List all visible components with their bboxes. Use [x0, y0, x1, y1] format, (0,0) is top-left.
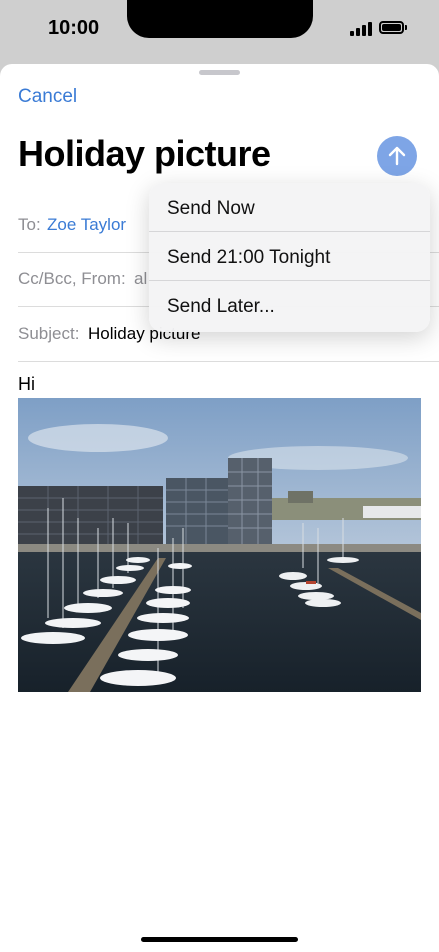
attached-photo[interactable]	[18, 398, 421, 692]
send-button[interactable]	[377, 136, 417, 176]
send-options-menu: Send Now Send 21:00 Tonight Send Later..…	[149, 183, 430, 332]
to-recipient[interactable]: Zoe Taylor	[47, 215, 126, 235]
to-label: To:	[18, 215, 41, 234]
battery-cap	[405, 25, 407, 30]
status-time: 10:00	[48, 17, 100, 39]
cancel-button[interactable]: Cancel	[18, 86, 77, 108]
cellular-signal-icon	[350, 22, 374, 36]
menu-item-send-now[interactable]: Send Now	[149, 183, 430, 232]
arrow-up-icon	[388, 146, 406, 166]
from-value[interactable]: al	[134, 269, 147, 289]
message-body-text[interactable]: Hi	[18, 374, 35, 395]
battery-icon	[379, 21, 404, 34]
subject-label: Subject:	[18, 324, 80, 343]
menu-item-send-tonight[interactable]: Send 21:00 Tonight	[149, 232, 430, 281]
notch	[127, 0, 313, 38]
cc-bcc-from-label: Cc/Bcc, From:	[18, 269, 126, 288]
sheet-grabber[interactable]	[199, 70, 240, 75]
page-title: Holiday picture	[18, 133, 271, 174]
home-indicator[interactable]	[141, 937, 298, 942]
menu-item-send-later[interactable]: Send Later...	[149, 281, 430, 330]
